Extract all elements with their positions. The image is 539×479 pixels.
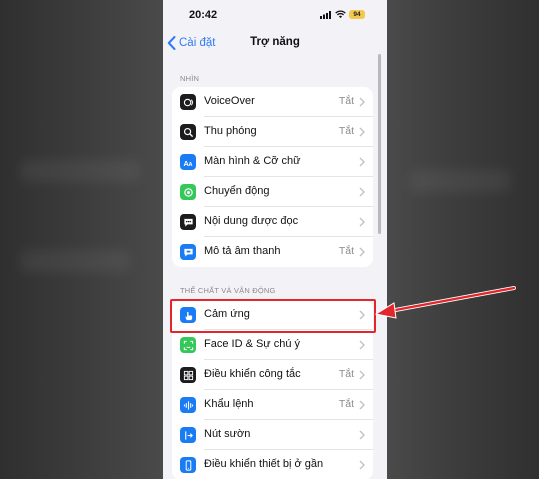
status-bar: 20:42 94 (163, 0, 387, 30)
chevron-right-icon (359, 217, 365, 227)
switch-control-icon (180, 367, 196, 383)
row-voice-control[interactable]: Khẩu lệnh Tắt (172, 390, 373, 420)
svg-text:A: A (188, 162, 192, 168)
chevron-right-icon (359, 460, 365, 470)
background-left (0, 0, 163, 479)
row-label: Nút sườn (204, 428, 251, 440)
text-size-icon: AA (180, 154, 196, 170)
iphone-screen: 20:42 94 Cài đặt Trợ năng NHÌN VoiceOver… (163, 0, 387, 479)
row-voiceover[interactable]: VoiceOver Tắt (172, 87, 373, 117)
cellular-signal-icon (320, 11, 331, 19)
chevron-right-icon (359, 157, 365, 167)
row-side-button[interactable]: Nút sườn (172, 420, 373, 450)
background-blur (410, 170, 510, 192)
section-header-physical-motor: THỂ CHẤT VÀ VẬN ĐỘNG (180, 286, 276, 295)
row-zoom[interactable]: Thu phóng Tắt (172, 117, 373, 147)
side-button-icon (180, 427, 196, 443)
row-label: Mô tả âm thanh (204, 245, 281, 257)
row-label: Màn hình & Cỡ chữ (204, 155, 301, 167)
row-face-id-attention[interactable]: Face ID & Sự chú ý (172, 330, 373, 360)
motion-icon (180, 184, 196, 200)
chevron-right-icon (359, 247, 365, 257)
chevron-right-icon (359, 127, 365, 137)
row-label: Điều khiển thiết bị ở gần (204, 458, 324, 470)
section-header-vision: NHÌN (180, 74, 200, 83)
row-value: Tắt (338, 245, 354, 257)
row-label: Nội dung được đọc (204, 215, 299, 227)
nearby-devices-icon (180, 457, 196, 473)
face-id-icon (180, 337, 196, 353)
row-value: Tắt (338, 95, 354, 107)
row-label: Chuyển động (204, 185, 270, 197)
background-blur (20, 250, 130, 272)
row-label: Thu phóng (204, 125, 257, 137)
red-arrow-icon (374, 286, 516, 319)
chevron-right-icon (359, 187, 365, 197)
row-display-text-size[interactable]: AA Màn hình & Cỡ chữ (172, 147, 373, 177)
row-audio-descriptions[interactable]: Mô tả âm thanh Tắt (172, 237, 373, 267)
row-spoken-content[interactable]: Nội dung được đọc (172, 207, 373, 237)
chevron-right-icon (359, 340, 365, 350)
navigation-bar: Cài đặt Trợ năng (163, 30, 387, 58)
row-value: Tắt (338, 125, 354, 137)
chevron-right-icon (359, 97, 365, 107)
chevron-right-icon (359, 400, 365, 410)
row-label: Face ID & Sự chú ý (204, 338, 301, 350)
spoken-content-icon (180, 214, 196, 230)
row-control-nearby-devices[interactable]: Điều khiển thiết bị ở gần (172, 450, 373, 479)
scrollbar[interactable] (378, 54, 381, 234)
battery-icon: 94 (349, 10, 365, 19)
settings-group-vision: VoiceOver Tắt Thu phóng Tắt AA Màn hình … (172, 87, 373, 267)
zoom-icon (180, 124, 196, 140)
row-label: Điều khiển công tắc (204, 368, 301, 380)
row-label: Khẩu lệnh (204, 398, 254, 410)
page-title: Trợ năng (250, 36, 300, 48)
status-time: 20:42 (189, 9, 218, 21)
row-value: Tắt (338, 368, 354, 380)
row-switch-control[interactable]: Điều khiển công tắc Tắt (172, 360, 373, 390)
row-value: Tắt (338, 398, 354, 410)
row-label: VoiceOver (204, 95, 255, 107)
wifi-icon (335, 10, 346, 19)
highlight-box (170, 299, 376, 333)
voiceover-icon (180, 94, 196, 110)
background-blur (20, 160, 140, 182)
voice-control-icon (180, 397, 196, 413)
audio-description-icon (180, 244, 196, 260)
chevron-right-icon (359, 430, 365, 440)
row-motion[interactable]: Chuyển động (172, 177, 373, 207)
chevron-right-icon (359, 370, 365, 380)
background-right (387, 0, 539, 479)
